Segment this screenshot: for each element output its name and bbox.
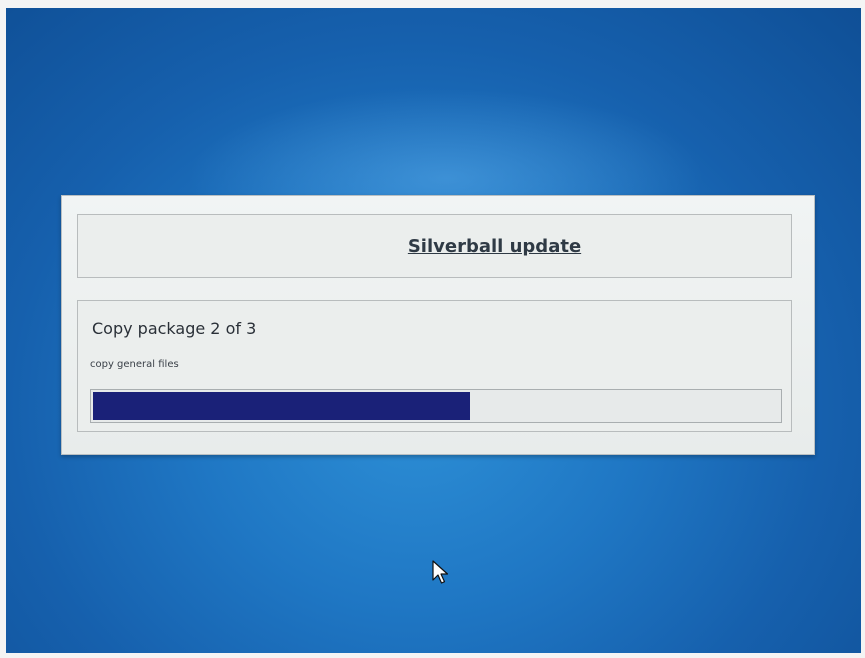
progress-panel: Copy package 2 of 3 copy general files	[77, 300, 792, 432]
step-status-text: copy general files	[90, 359, 179, 370]
progress-bar-fill	[93, 392, 470, 420]
mouse-pointer-icon	[432, 560, 449, 584]
package-status-text: Copy package 2 of 3	[92, 319, 257, 338]
desktop-screen: Silverball update Copy package 2 of 3 co…	[6, 8, 861, 653]
dialog-title: Silverball update	[407, 235, 582, 257]
progress-bar	[90, 389, 782, 423]
title-panel: Silverball update	[77, 214, 792, 278]
update-dialog: Silverball update Copy package 2 of 3 co…	[61, 195, 815, 455]
